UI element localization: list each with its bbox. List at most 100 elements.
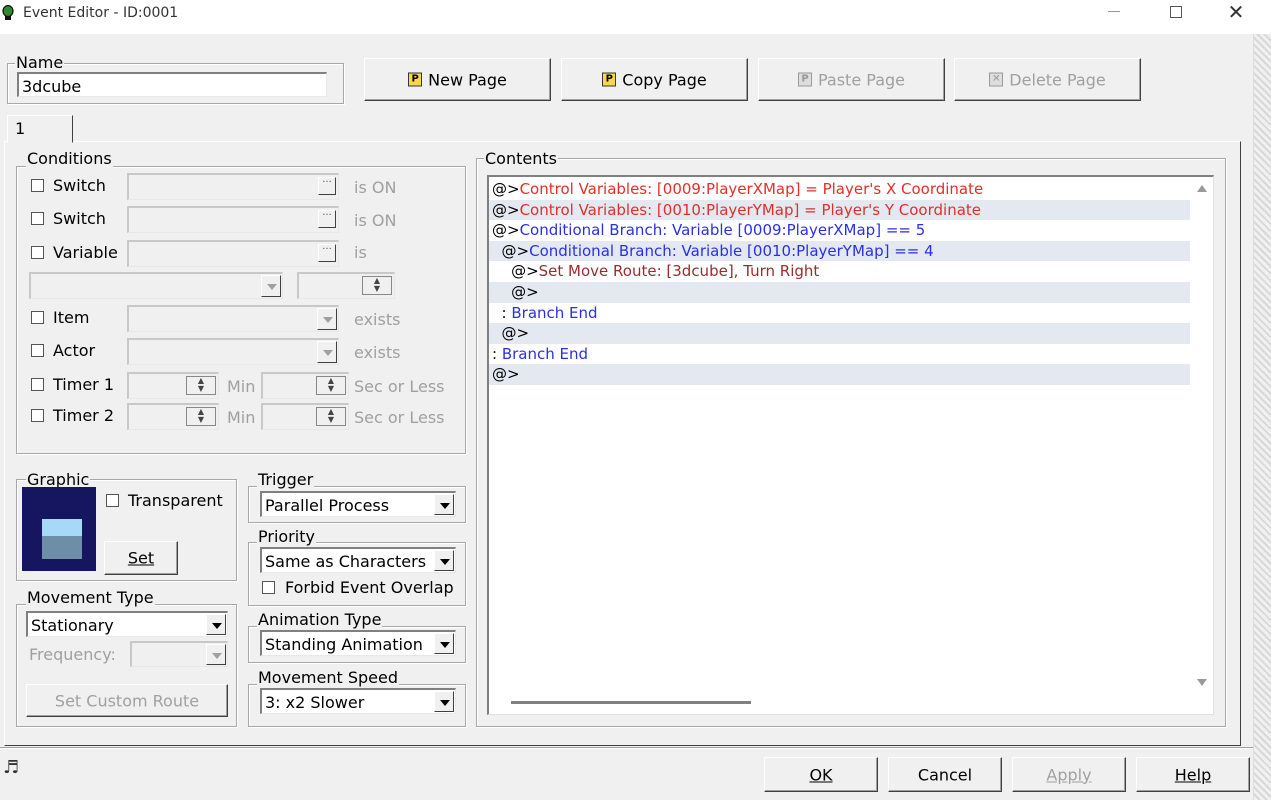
chevron-down-icon[interactable] <box>434 691 454 712</box>
chevron-down-icon[interactable] <box>261 275 281 297</box>
command-prefix: @> <box>492 283 539 301</box>
chevron-down-icon[interactable] <box>434 550 454 571</box>
animation-type-select[interactable]: Standing Animation <box>260 630 456 656</box>
command-text: Branch End <box>511 303 598 322</box>
trigger-label: Trigger <box>257 470 315 489</box>
chevron-down-icon[interactable] <box>434 633 454 654</box>
cancel-button[interactable]: Cancel <box>888 757 1002 792</box>
horizontal-scrollbar-thumb[interactable] <box>511 701 751 704</box>
music-note-icon[interactable]: ♬ <box>3 757 19 778</box>
name-group-label: Name <box>15 53 65 72</box>
chevron-down-icon[interactable] <box>434 494 454 515</box>
scroll-down-icon[interactable] <box>1197 679 1207 686</box>
timer2-sec-label: Sec or Less <box>354 408 445 427</box>
movement-speed-select[interactable]: 3: x2 Slower <box>260 688 456 714</box>
chevron-down-icon[interactable] <box>317 308 337 330</box>
variable-field[interactable]: ··· <box>127 240 339 267</box>
frequency-select[interactable] <box>130 641 228 667</box>
spinner-icon[interactable]: ▲ ▼ <box>186 407 216 426</box>
switch1-dots-button[interactable]: ··· <box>318 177 336 195</box>
set-custom-route-button[interactable]: Set Custom Route <box>26 684 228 717</box>
trigger-value: Parallel Process <box>265 496 390 515</box>
event-command-line[interactable]: @>Control Variables: [0009:PlayerXMap] =… <box>489 179 1190 200</box>
chevron-down-icon[interactable] <box>317 341 337 363</box>
event-command-line[interactable]: @>Conditional Branch: Variable [0009:Pla… <box>489 220 1190 241</box>
priority-value: Same as Characters <box>265 552 427 571</box>
spinner-icon[interactable]: ▲ ▼ <box>316 376 346 395</box>
transparent-checkbox[interactable] <box>106 494 119 507</box>
spinner-icon[interactable]: ▲ ▼ <box>362 276 392 295</box>
apply-button[interactable]: Apply <box>1012 757 1126 792</box>
movement-type-value: Stationary <box>31 616 114 635</box>
timer1-checkbox[interactable] <box>31 378 44 391</box>
paste-page-button[interactable]: P Paste Page <box>758 58 945 101</box>
help-label: Help <box>1174 765 1212 784</box>
maximize-icon[interactable] <box>1170 6 1182 18</box>
event-commands-list[interactable]: @>Control Variables: [0009:PlayerXMap] =… <box>487 175 1214 715</box>
delete-page-button[interactable]: ✕ Delete Page <box>954 58 1141 101</box>
actor-select[interactable] <box>127 338 339 365</box>
movement-speed-label: Movement Speed <box>257 668 399 687</box>
switch1-field[interactable]: ··· <box>127 173 339 200</box>
new-page-label: New Page <box>428 70 507 89</box>
variable-label: Variable <box>53 243 118 262</box>
event-command-line[interactable]: @>Control Variables: [0010:PlayerYMap] =… <box>489 199 1190 221</box>
forbid-overlap-checkbox[interactable] <box>262 581 275 594</box>
minimize-icon[interactable] <box>1108 11 1120 12</box>
event-name-input[interactable]: 3dcube <box>17 72 327 97</box>
event-command-line[interactable]: @>Conditional Branch: Variable [0010:Pla… <box>489 240 1190 262</box>
item-label: Item <box>53 308 90 327</box>
timer2-checkbox[interactable] <box>31 409 44 422</box>
set-graphic-button[interactable]: Set <box>104 541 178 575</box>
variable-operator-select[interactable] <box>29 272 283 299</box>
cube-sprite-top <box>42 519 82 536</box>
movement-type-select[interactable]: Stationary <box>26 611 228 637</box>
item-checkbox[interactable] <box>31 311 44 324</box>
event-command-line[interactable]: : Branch End <box>489 344 1190 365</box>
close-icon[interactable]: ✕ <box>1222 0 1250 26</box>
priority-select[interactable]: Same as Characters <box>260 547 456 573</box>
new-page-button[interactable]: P New Page <box>364 58 551 101</box>
copy-page-icon: P <box>602 72 617 87</box>
timer2-sec-stepper[interactable]: ▲ ▼ <box>261 403 349 430</box>
movement-speed-value: 3: x2 Slower <box>265 693 365 712</box>
item-select[interactable] <box>127 305 339 332</box>
switch2-checkbox[interactable] <box>31 212 44 225</box>
timer1-sec-stepper[interactable]: ▲ ▼ <box>261 372 349 399</box>
vertical-scrollbar[interactable] <box>1191 177 1213 714</box>
paste-page-label: Paste Page <box>817 70 905 89</box>
animation-type-label: Animation Type <box>257 610 383 629</box>
chevron-down-icon[interactable] <box>206 614 226 635</box>
event-command-line[interactable]: @> <box>489 364 1190 385</box>
switch2-field[interactable]: ··· <box>127 206 339 233</box>
event-command-line[interactable]: @> <box>489 282 1190 303</box>
switch2-dots-button[interactable]: ··· <box>318 210 336 228</box>
command-prefix: : <box>492 303 512 322</box>
command-prefix: @> <box>492 180 520 198</box>
timer2-min-stepper[interactable]: ▲ ▼ <box>127 403 219 430</box>
actor-suffix: exists <box>354 343 401 362</box>
spinner-icon[interactable]: ▲ ▼ <box>186 376 216 395</box>
app-icon <box>2 5 14 20</box>
actor-checkbox[interactable] <box>31 344 44 357</box>
switch1-checkbox[interactable] <box>31 179 44 192</box>
event-command-line[interactable]: @>Set Move Route: [3dcube], Turn Right <box>489 261 1190 282</box>
event-command-line[interactable]: @> <box>489 323 1190 344</box>
forbid-overlap-label: Forbid Event Overlap <box>285 578 454 597</box>
variable-checkbox[interactable] <box>31 246 44 259</box>
command-prefix: : <box>492 344 502 363</box>
timer2-min-label: Min <box>227 408 256 427</box>
chevron-down-icon[interactable] <box>206 644 226 665</box>
timer1-min-stepper[interactable]: ▲ ▼ <box>127 372 219 399</box>
help-button[interactable]: Help <box>1136 757 1250 792</box>
tab-page-1[interactable]: 1 <box>7 115 73 143</box>
trigger-select[interactable]: Parallel Process <box>260 491 456 517</box>
event-command-line[interactable]: : Branch End <box>489 303 1190 324</box>
ok-button[interactable]: OK <box>764 757 878 792</box>
spinner-icon[interactable]: ▲ ▼ <box>316 407 346 426</box>
copy-page-button[interactable]: P Copy Page <box>561 58 748 101</box>
variable-value-stepper[interactable]: ▲ ▼ <box>297 272 395 299</box>
scroll-up-icon[interactable] <box>1197 185 1207 192</box>
graphic-preview[interactable] <box>22 487 96 571</box>
variable-dots-button[interactable]: ··· <box>318 244 336 262</box>
